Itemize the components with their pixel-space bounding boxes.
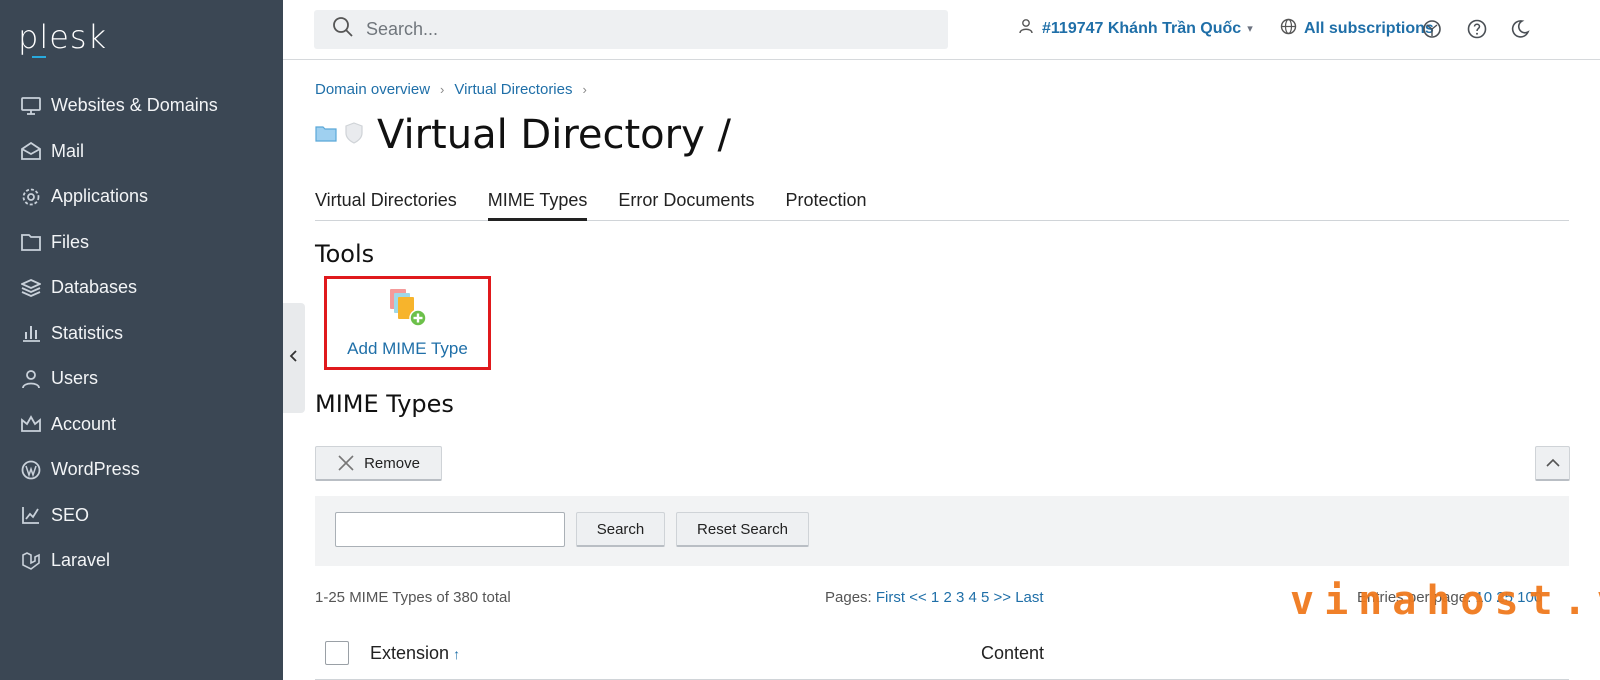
gear-icon <box>20 186 42 208</box>
sidebar-item-label: Mail <box>51 140 85 161</box>
tab-error-documents[interactable]: Error Documents <box>618 183 754 221</box>
select-all-checkbox[interactable] <box>325 641 349 665</box>
search-icon <box>332 16 354 43</box>
help-icon[interactable] <box>1466 18 1488 40</box>
sidebar-item-seo[interactable]: SEO <box>0 493 283 539</box>
laravel-icon <box>20 550 42 572</box>
collapse-list-button[interactable] <box>1535 446 1570 481</box>
plesk-logo[interactable]: plesk <box>18 18 107 56</box>
items-summary: 1-25 MIME Types of 380 total <box>315 589 511 606</box>
bar-chart-icon <box>20 322 42 344</box>
column-extension-label: Extension <box>370 643 450 663</box>
sidebar-item-label: WordPress <box>51 459 140 480</box>
sidebar-item-label: SEO <box>51 504 90 525</box>
globe-icon <box>1280 18 1297 40</box>
chevron-right-icon: › <box>440 82 445 97</box>
sidebar-item-databases[interactable]: Databases <box>0 265 283 311</box>
chevron-left-icon <box>289 349 299 368</box>
sidebar-item-applications[interactable]: Applications <box>0 174 283 220</box>
tab-mime-types[interactable]: MIME Types <box>487 183 588 221</box>
add-mime-type-icon <box>386 286 430 333</box>
chevron-down-icon: ▾ <box>1247 23 1253 35</box>
sidebar: plesk Websites & Domains Mail Applicatio… <box>0 0 283 680</box>
sidebar-item-account[interactable]: Account <box>0 402 283 448</box>
sidebar-item-statistics[interactable]: Statistics <box>0 311 283 357</box>
top-bar: Search... #119747 Khánh Trần Quốc ▾ All … <box>283 0 1600 60</box>
remove-button[interactable]: Remove <box>315 446 442 481</box>
wordpress-icon <box>20 459 42 481</box>
sidebar-item-label: Laravel <box>51 550 111 571</box>
user-name: #119747 Khánh Trần Quốc <box>1042 19 1242 37</box>
page-2-link[interactable]: 2 <box>943 589 951 606</box>
page-1-link[interactable]: 1 <box>931 589 939 606</box>
chevron-right-icon: › <box>582 82 587 97</box>
page-title: Virtual Directory / <box>377 112 731 158</box>
sidebar-item-label: Websites & Domains <box>51 95 218 116</box>
sidebar-item-label: Applications <box>51 186 149 207</box>
folder-icon <box>315 124 337 147</box>
sidebar-item-users[interactable]: Users <box>0 356 283 402</box>
reset-search-button[interactable]: Reset Search <box>676 512 809 547</box>
logo-underline <box>32 56 46 58</box>
monitor-icon <box>20 95 42 117</box>
tools-heading: Tools <box>315 240 375 268</box>
page-last-link[interactable]: Last <box>1015 589 1043 606</box>
column-extension-header[interactable]: Extension ↑ <box>370 643 460 664</box>
dark-mode-icon[interactable] <box>1509 18 1531 40</box>
user-menu[interactable]: #119747 Khánh Trần Quốc ▾ <box>1018 18 1253 39</box>
pagination: Pages: First << 1 2 3 4 5 >> Last <box>825 589 1044 606</box>
seo-chart-icon <box>20 504 42 526</box>
search-button[interactable]: Search <box>576 512 665 547</box>
chevron-up-icon <box>1545 455 1561 472</box>
page-3-link[interactable]: 3 <box>956 589 964 606</box>
extensions-icon[interactable] <box>1421 18 1443 40</box>
user-icon <box>20 368 42 390</box>
sidebar-item-files[interactable]: Files <box>0 220 283 266</box>
search-placeholder: Search... <box>366 19 439 39</box>
sidebar-item-label: Databases <box>51 277 138 298</box>
global-search-input[interactable]: Search... <box>314 10 948 49</box>
tab-virtual-directories[interactable]: Virtual Directories <box>315 183 457 221</box>
sidebar-item-label: Users <box>51 368 99 389</box>
tab-protection[interactable]: Protection <box>785 183 866 221</box>
sidebar-collapse-button[interactable] <box>283 303 305 413</box>
remove-button-label: Remove <box>364 454 420 472</box>
sort-arrow-up-icon: ↑ <box>453 646 461 662</box>
table-header: Extension ↑ Content <box>315 638 1569 680</box>
sidebar-item-websites-domains[interactable]: Websites & Domains <box>0 83 283 129</box>
mail-icon <box>20 140 42 162</box>
page-5-link[interactable]: 5 <box>981 589 989 606</box>
breadcrumb-virtual-directories[interactable]: Virtual Directories <box>454 81 572 98</box>
subscriptions-menu[interactable]: All subscriptions <box>1280 18 1434 40</box>
add-mime-type-button[interactable]: Add MIME Type <box>324 276 491 370</box>
sidebar-item-mail[interactable]: Mail <box>0 129 283 175</box>
breadcrumb-domain-overview[interactable]: Domain overview <box>315 81 430 98</box>
page-first-link[interactable]: First <box>876 589 905 606</box>
shield-icon <box>345 121 363 149</box>
remove-icon <box>337 454 355 472</box>
pages-label: Pages: <box>825 589 872 606</box>
add-mime-type-label: Add MIME Type <box>347 339 468 358</box>
page-4-link[interactable]: 4 <box>968 589 976 606</box>
column-content-header[interactable]: Content <box>981 643 1044 664</box>
sidebar-item-label: Statistics <box>51 322 124 343</box>
sidebar-item-label: Account <box>51 413 117 434</box>
sidebar-item-label: Files <box>51 231 90 252</box>
mime-types-heading: MIME Types <box>315 390 454 418</box>
user-icon <box>1018 18 1034 39</box>
subscriptions-label: All subscriptions <box>1304 20 1434 37</box>
mime-search-input[interactable] <box>335 512 565 547</box>
folder-icon <box>20 231 42 253</box>
crown-icon <box>20 413 42 435</box>
sidebar-item-laravel[interactable]: Laravel <box>0 538 283 584</box>
breadcrumb: Domain overview › Virtual Directories › <box>315 81 597 98</box>
database-icon <box>20 277 42 299</box>
tab-bar: Virtual Directories MIME Types Error Doc… <box>315 183 1569 221</box>
page-title-row: Virtual Directory / <box>315 112 731 158</box>
sidebar-item-wordpress[interactable]: WordPress <box>0 447 283 493</box>
page-next-link[interactable]: >> <box>994 589 1012 606</box>
sidebar-nav: Websites & Domains Mail Applications Fil… <box>0 83 283 584</box>
vinahost-watermark: vinahost.vn <box>1290 578 1600 624</box>
page-prev-link[interactable]: << <box>909 589 927 606</box>
